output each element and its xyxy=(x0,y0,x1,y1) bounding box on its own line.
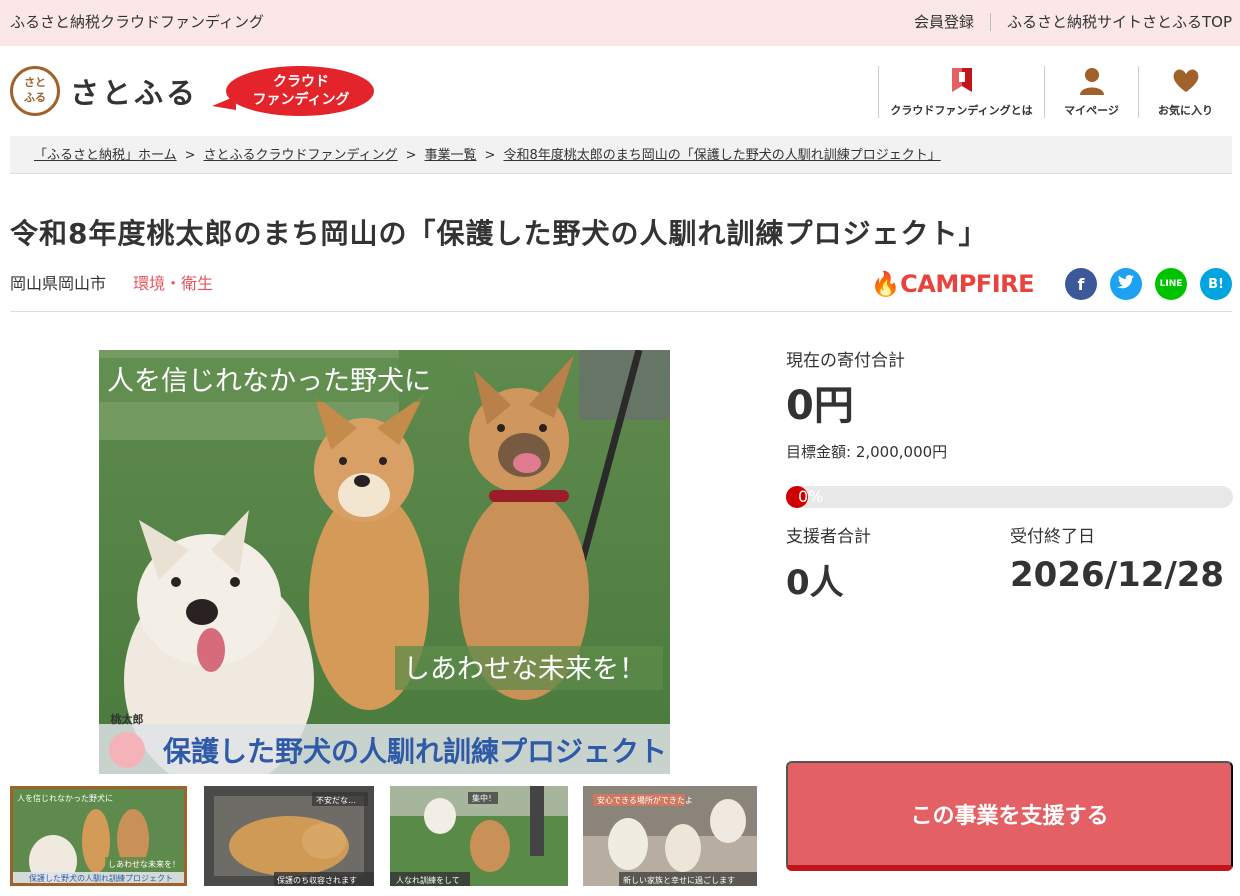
flame-icon: 🔥 xyxy=(870,270,901,298)
member-register-link[interactable]: 会員登録 xyxy=(914,11,974,32)
nav-about-crowdfunding-label: クラウドファンディングとは xyxy=(890,104,1033,117)
project-meta: 岡山県岡山市 環境・衛生 xyxy=(10,270,213,294)
supporters-value: 0人 xyxy=(786,563,844,603)
campfire-logo[interactable]: 🔥CAMPFIRE xyxy=(870,270,1035,298)
hatena-bookmark-button[interactable]: B! xyxy=(1200,268,1232,300)
badge-text: クラウド ファンディング xyxy=(236,73,366,109)
nav-mypage-label: マイページ xyxy=(1064,104,1119,117)
top-link-divider xyxy=(989,12,991,31)
supporters-label: 支援者合計 xyxy=(786,527,871,547)
supporters-block: 支援者合計 0人 xyxy=(786,522,871,604)
current-total-amount: 0円 xyxy=(786,383,854,429)
goal-amount: 目標金額: 2,000,000円 xyxy=(786,443,948,461)
thumb-1-mid: しあわせな未来を！ xyxy=(108,859,180,869)
breadcrumb-home[interactable]: 「ふるさと納税」ホーム xyxy=(34,148,177,163)
deadline-label: 受付終了日 xyxy=(1010,527,1095,547)
thumb-2-bottom: 保護のち収容されます xyxy=(277,875,357,885)
hero-caption-bottom: 保護した野犬の人馴れ訓練プロジェクト xyxy=(163,735,667,768)
badge-line-2: ファンディング xyxy=(252,92,350,108)
bookmark-icon xyxy=(949,66,975,100)
satofull-top-link[interactable]: ふるさと納税サイトさとふるTOP xyxy=(1007,11,1232,32)
twitter-icon xyxy=(1117,274,1135,294)
satofull-logo[interactable]: さと ふる さとふる xyxy=(10,66,198,116)
top-bar: ふるさと納税クラウドファンディング 会員登録 ふるさと納税サイトさとふるTOP xyxy=(0,0,1240,46)
hero-caption-top: 人を信じれなかった野犬に xyxy=(107,366,431,397)
thumb-1-top: 人を信じれなかった野犬に xyxy=(17,793,113,803)
breadcrumb-sep: > xyxy=(484,148,496,163)
hero-caption-mid: しあわせな未来を！ xyxy=(403,654,646,685)
hatena-icon: B! xyxy=(1208,276,1224,292)
deadline-value: 2026/12/28 xyxy=(1010,555,1225,595)
header-nav: クラウドファンディングとは マイページ お気に入り xyxy=(878,66,1232,118)
thumb-1-bottom: 保護した野犬の人馴れ訓練プロジェクト xyxy=(29,873,173,883)
logo-mark-icon: さと ふる xyxy=(10,66,60,116)
breadcrumb-crowdfunding[interactable]: さとふるクラウドファンディング xyxy=(204,148,398,163)
user-icon xyxy=(1077,66,1107,100)
heart-icon xyxy=(1171,66,1201,98)
breadcrumb-sep: > xyxy=(184,148,196,163)
funding-panel: 現在の寄付合計 0円 目標金額: 2,000,000円 0% 支援者合計 0人 … xyxy=(786,346,1233,604)
title-divider xyxy=(10,311,1232,312)
thumbnail-3[interactable]: 集中！ 人なれ訓練をして xyxy=(390,786,568,886)
thumb-4-bottom: 新しい家族と幸せに過ごします xyxy=(623,875,735,885)
facebook-share-button[interactable]: f xyxy=(1065,268,1097,300)
thumb-3-bottom: 人なれ訓練をして xyxy=(396,875,460,885)
current-total-label: 現在の寄付合計 xyxy=(786,351,905,371)
breadcrumb-sep: > xyxy=(405,148,417,163)
thumbnail-2[interactable]: 不安だな… 保護のち収容されます xyxy=(204,786,374,886)
project-city: 岡山県岡山市 xyxy=(10,274,107,293)
nav-mypage[interactable]: マイページ xyxy=(1044,66,1138,118)
hero-logo-text: 桃太郎 xyxy=(111,712,144,726)
svg-text:さと: さと xyxy=(24,76,46,89)
top-links: 会員登録 ふるさと納税サイトさとふるTOP xyxy=(914,11,1232,32)
campfire-text: CAMPFIRE xyxy=(900,270,1034,298)
progress-bar: 0% xyxy=(786,486,1233,508)
crowdfunding-badge: クラウド ファンディング xyxy=(212,66,376,118)
facebook-icon: f xyxy=(1077,274,1085,294)
stats: 支援者合計 0人 受付終了日 2026/12/28 xyxy=(786,522,1233,604)
hero-image[interactable]: 人を信じれなかった野犬に しあわせな未来を！ 保護した野犬の人馴れ訓練プロジェク… xyxy=(99,350,670,774)
line-icon: LINE xyxy=(1159,279,1183,289)
breadcrumb-project-list[interactable]: 事業一覧 xyxy=(425,148,477,163)
project-category[interactable]: 環境・衛生 xyxy=(133,274,213,293)
thumb-2-top: 不安だな… xyxy=(316,795,356,805)
site-name: ふるさと納税クラウドファンディング xyxy=(10,13,264,31)
line-share-button[interactable]: LINE xyxy=(1155,268,1187,300)
project-title: 令和8年度桃太郎のまち岡山の「保護した野犬の人馴れ訓練プロジェクト」 xyxy=(10,217,988,250)
nav-about-crowdfunding[interactable]: クラウドファンディングとは xyxy=(878,66,1044,118)
thumb-3-top: 集中！ xyxy=(472,793,496,803)
nav-favorites-label: お気に入り xyxy=(1158,104,1213,117)
thumb-4-top: 安心できる場所ができたよ xyxy=(597,795,693,805)
support-project-button[interactable]: この事業を支援する xyxy=(786,761,1233,871)
twitter-share-button[interactable] xyxy=(1110,268,1142,300)
logo-text: さとふる xyxy=(70,76,199,110)
share-bar: 🔥CAMPFIRE f LINE B! xyxy=(871,268,1232,300)
svg-text:ふる: ふる xyxy=(24,91,46,104)
deadline-block: 受付終了日 2026/12/28 xyxy=(1010,522,1224,595)
breadcrumb-current[interactable]: 令和8年度桃太郎のまち岡山の「保護した野犬の人馴れ訓練プロジェクト」 xyxy=(503,148,940,163)
breadcrumb: 「ふるさと納税」ホーム > さとふるクラウドファンディング > 事業一覧 > 令和8年度桃太… xyxy=(10,136,1232,174)
thumbnail-4[interactable]: 安心できる場所ができたよ 新しい家族と幸せに過ごします xyxy=(583,786,757,886)
thumbnail-1[interactable]: 人を信じれなかった野犬に しあわせな未来を！ 保護した野犬の人馴れ訓練プロジェク… xyxy=(10,786,187,886)
site-header: さと ふる さとふる クラウド ファンディング クラウドファンディングとは マイ… xyxy=(0,46,1240,130)
progress-percent: 0% xyxy=(798,487,824,506)
momotaro-logo-icon: 桃太郎 xyxy=(109,712,145,768)
badge-line-1: クラウド xyxy=(273,74,329,90)
nav-favorites[interactable]: お気に入り xyxy=(1138,66,1232,118)
